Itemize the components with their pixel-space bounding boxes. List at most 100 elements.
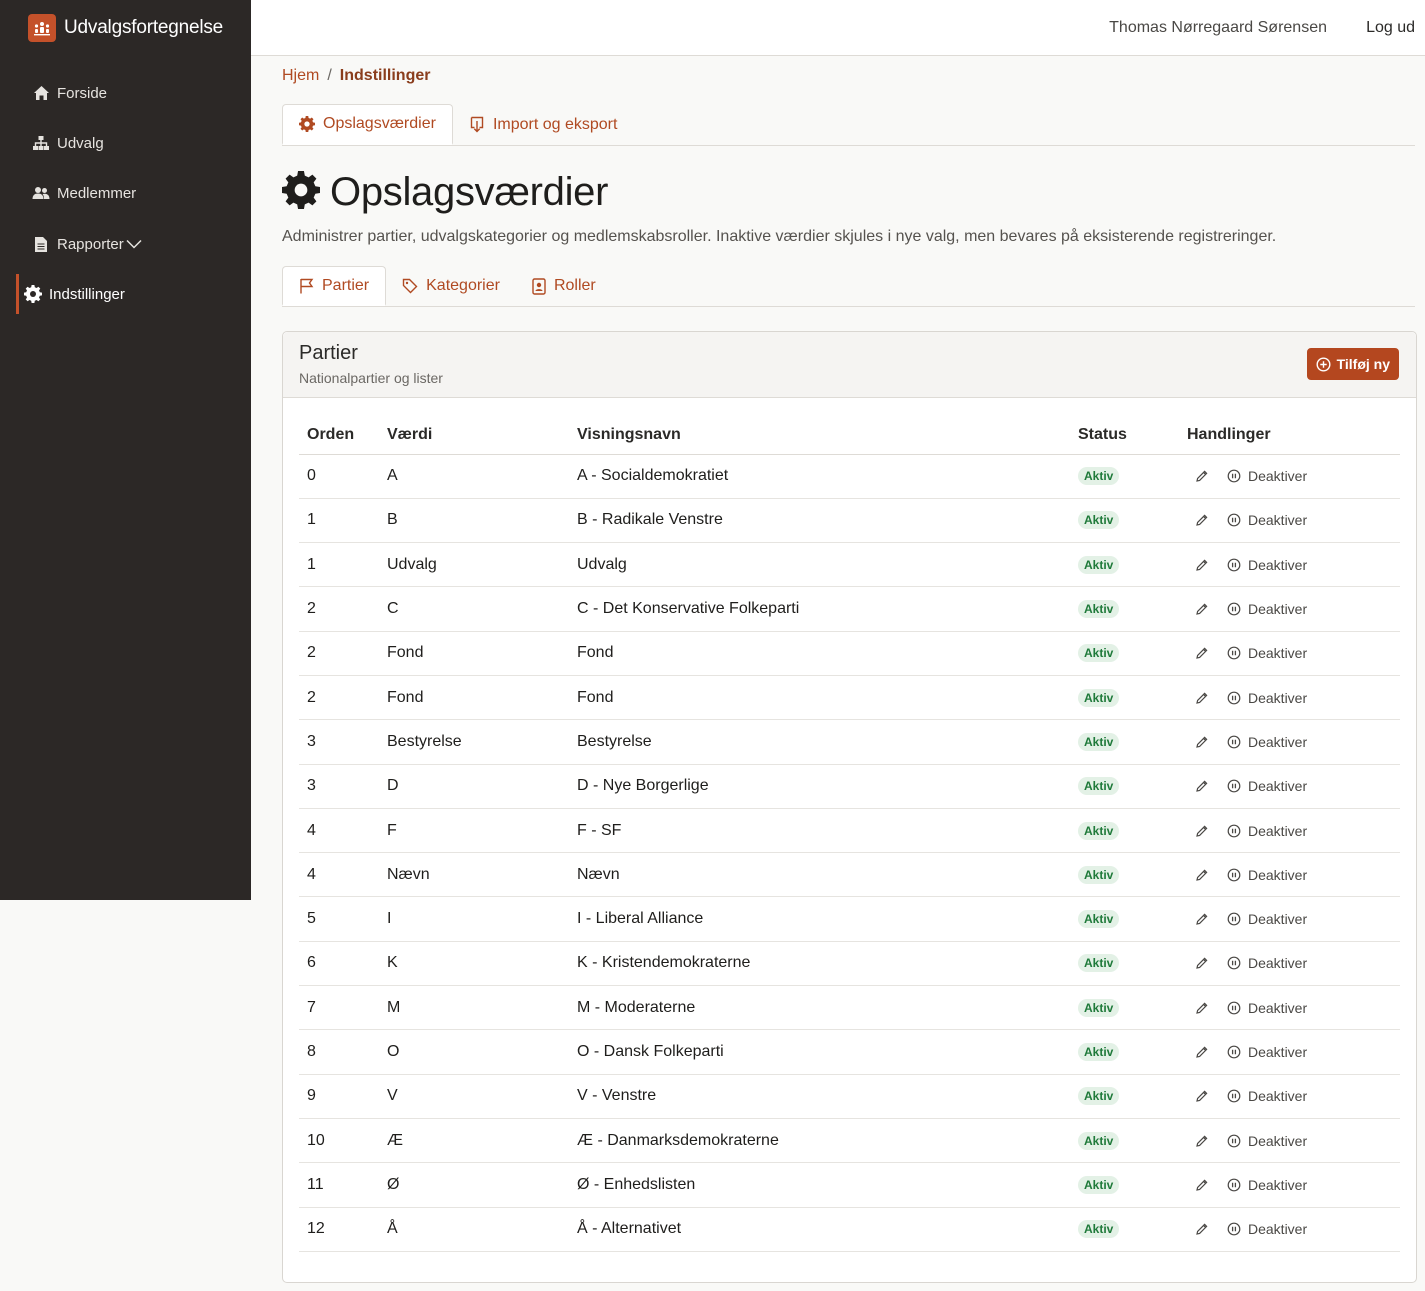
deactivate-button[interactable]: Deaktiver [1248,645,1307,661]
pencil-icon[interactable] [1195,735,1209,749]
cell-actions: Deaktiver [1179,542,1400,588]
deactivate-button[interactable]: Deaktiver [1248,778,1307,794]
pencil-icon[interactable] [1195,1178,1209,1192]
pencil-icon[interactable] [1195,469,1209,483]
pencil-icon[interactable] [1195,691,1209,705]
cell-status: Aktiv [1070,764,1179,809]
cell-actions: Deaktiver [1179,1118,1400,1164]
cell-actions: Deaktiver [1179,1162,1400,1208]
cell-status: Aktiv [1070,1074,1179,1119]
deactivate-button[interactable]: Deaktiver [1248,734,1307,750]
pencil-icon[interactable] [1195,1222,1209,1236]
tab-partier[interactable]: Partier [282,266,387,306]
deactivate-button[interactable]: Deaktiver [1248,690,1307,706]
status-badge: Aktiv [1078,865,1120,884]
cell-status: Aktiv [1070,985,1179,1031]
cell-actions: Deaktiver [1179,498,1400,544]
pencil-icon[interactable] [1195,912,1209,926]
pencil-icon[interactable] [1195,824,1209,838]
pause-circle-icon [1227,735,1241,749]
logout-link[interactable]: Log ud [1366,19,1415,37]
cell-actions: Deaktiver [1179,852,1400,898]
cell-display: V - Venstre [569,1074,1070,1119]
pencil-icon[interactable] [1195,779,1209,793]
pencil-icon[interactable] [1195,868,1209,882]
cell-display: Fond [569,631,1070,676]
pause-circle-icon [1227,602,1241,616]
deactivate-button[interactable]: Deaktiver [1248,468,1307,484]
table-row: 4FF - SF Aktiv Deaktiver [299,808,1400,854]
pencil-icon[interactable] [1195,956,1209,970]
brand[interactable]: Udvalgsfortegnelse [28,14,223,42]
cell-display: O - Dansk Folkeparti [569,1029,1070,1075]
pause-circle-icon [1227,1134,1241,1148]
pencil-icon[interactable] [1195,1134,1209,1148]
pencil-icon[interactable] [1195,1001,1209,1015]
sidebar-item-medlemmer[interactable]: Medlemmer [16,173,251,213]
deactivate-button[interactable]: Deaktiver [1248,1221,1307,1237]
table-row: 8OO - Dansk Folkeparti Aktiv Deaktiver [299,1029,1400,1075]
deactivate-button[interactable]: Deaktiver [1248,1044,1307,1060]
gear-icon [282,171,320,214]
cell-value: Udvalg [379,542,569,588]
deactivate-button[interactable]: Deaktiver [1248,601,1307,617]
deactivate-button[interactable]: Deaktiver [1248,911,1307,927]
deactivate-button[interactable]: Deaktiver [1248,955,1307,971]
column-header-order[interactable]: Orden [299,416,379,455]
cell-actions: Deaktiver [1179,985,1400,1031]
pause-circle-icon [1227,1045,1241,1059]
column-header-display[interactable]: Visningsnavn [569,416,1070,455]
status-badge: Aktiv [1078,1043,1120,1061]
cell-value: Ø [379,1162,569,1208]
table-header-row: Orden Værdi Visningsnavn Status Handling… [299,416,1400,455]
table-row: 2 Fond Fond Aktiv Deaktiver [299,675,1400,721]
cell-value: M [379,985,569,1031]
status-badge: Aktiv [1078,954,1120,973]
sidebar-item-udvalg[interactable]: Udvalg [16,123,251,163]
pencil-icon[interactable] [1195,602,1209,616]
tab-roller[interactable]: Roller [516,266,612,306]
status-badge: Aktiv [1078,467,1120,486]
cell-value: O [379,1029,569,1075]
cell-order: 9 [299,1074,379,1119]
sidebar-item-forside[interactable]: Forside [16,73,251,113]
cell-order: 10 [299,1118,379,1164]
table-row: 3DD - Nye Borgerlige Aktiv Deaktiver [299,764,1400,809]
cell-value: K [379,941,569,987]
deactivate-button[interactable]: Deaktiver [1248,512,1307,528]
sidebar-item-label: Udvalg [57,134,104,152]
deactivate-button[interactable]: Deaktiver [1248,557,1307,573]
cell-order: 4 [299,808,379,854]
tab-opslagsvaerdier[interactable]: Opslagsværdier [282,104,453,145]
pause-circle-icon [1227,1001,1241,1015]
deactivate-button[interactable]: Deaktiver [1248,1177,1307,1193]
card-header: Partier Nationalpartier og lister Tilføj… [283,332,1416,398]
pencil-icon[interactable] [1195,558,1209,572]
cell-display: F - SF [569,808,1070,854]
pencil-icon[interactable] [1195,513,1209,527]
breadcrumb-home-link[interactable]: Hjem [282,67,319,85]
status-badge: Aktiv [1078,732,1120,751]
pencil-icon[interactable] [1195,1045,1209,1059]
add-new-button[interactable]: Tilføj ny [1306,348,1399,380]
pencil-icon[interactable] [1195,646,1209,660]
sidebar-item-rapporter[interactable]: Rapporter [16,224,251,264]
user-name[interactable]: Thomas Nørregaard Sørensen [1109,19,1327,37]
deactivate-button[interactable]: Deaktiver [1248,1133,1307,1149]
deactivate-button[interactable]: Deaktiver [1248,1088,1307,1104]
column-header-value[interactable]: Værdi [379,416,569,455]
tab-kategorier[interactable]: Kategorier [386,266,516,306]
status-badge: Aktiv [1078,555,1120,574]
column-header-status[interactable]: Status [1070,416,1179,455]
page-title: Opslagsværdier [282,170,608,215]
table-row: 3 Bestyrelse Bestyrelse Aktiv Deaktiver [299,719,1400,765]
deactivate-button[interactable]: Deaktiver [1248,867,1307,883]
breadcrumb-separator: / [327,67,332,84]
tab-import-og-eksport[interactable]: Import og eksport [453,104,634,145]
pencil-icon[interactable] [1195,1089,1209,1103]
deactivate-button[interactable]: Deaktiver [1248,1000,1307,1016]
status-badge: Aktiv [1078,1220,1120,1239]
pause-circle-icon [1227,558,1241,572]
sidebar-item-indstillinger[interactable]: Indstillinger [16,274,251,314]
deactivate-button[interactable]: Deaktiver [1248,823,1307,839]
